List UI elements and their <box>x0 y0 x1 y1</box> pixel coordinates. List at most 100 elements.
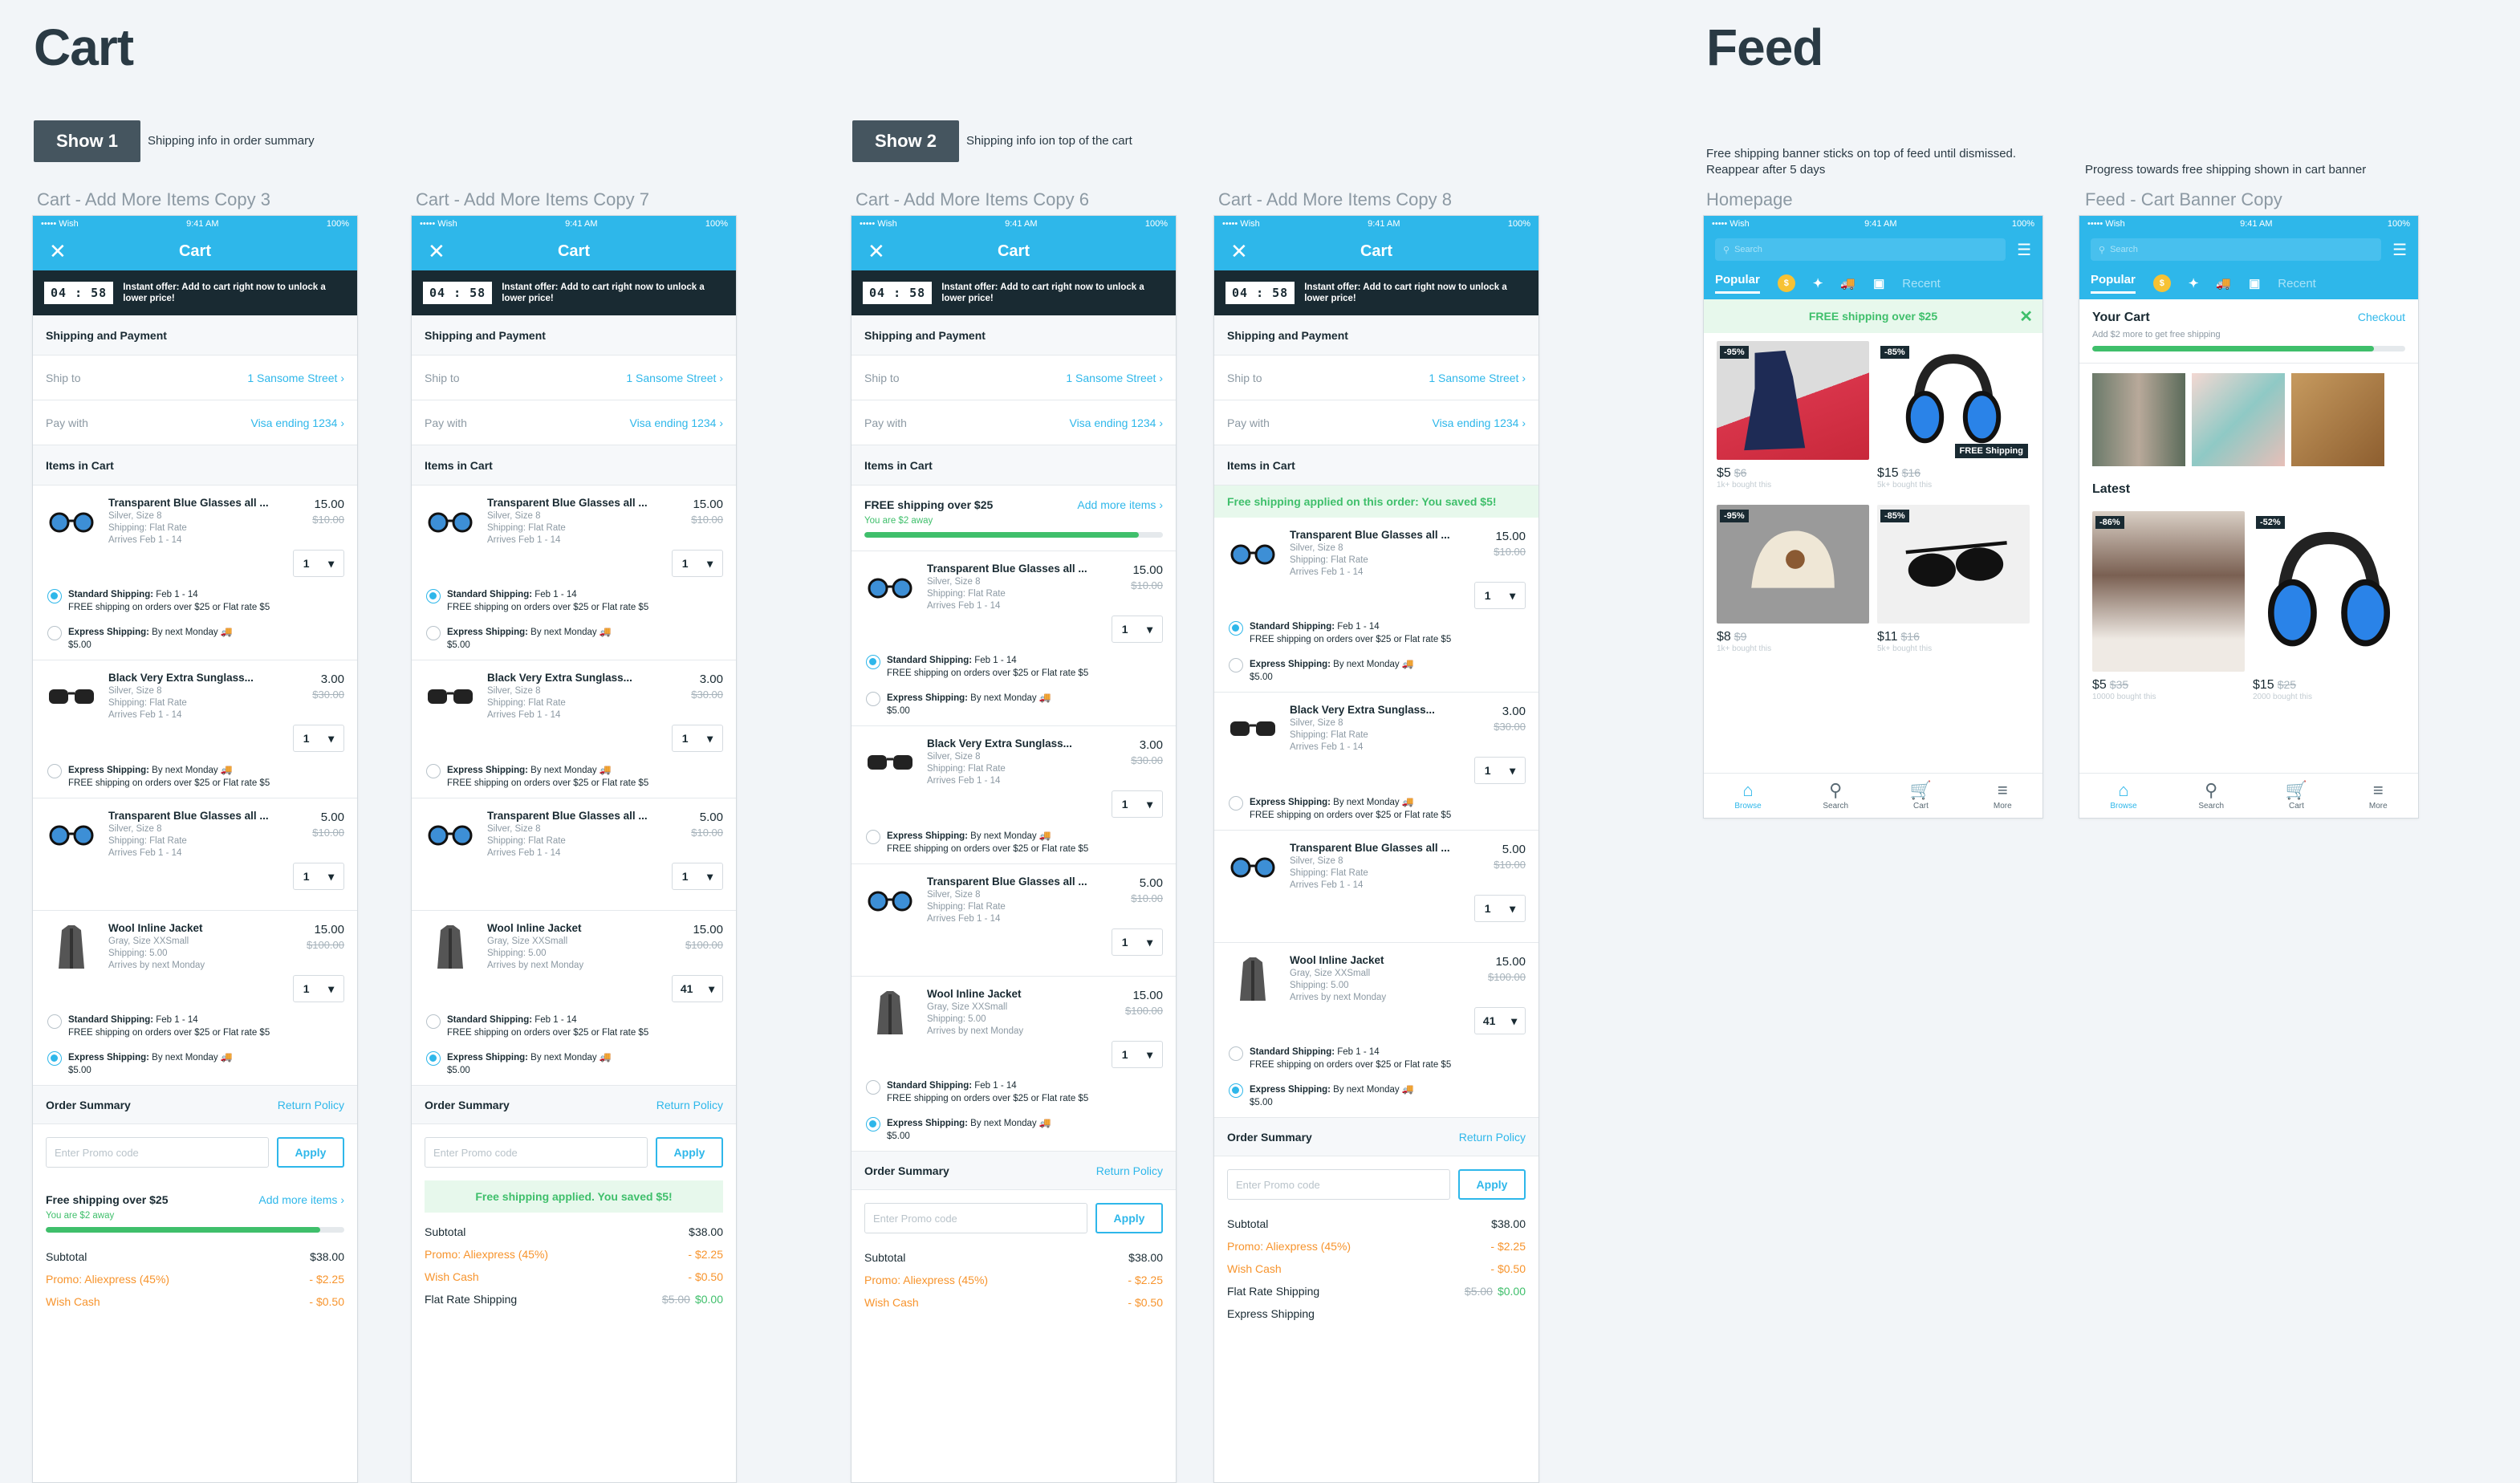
close-icon[interactable]: ✕ <box>428 241 445 262</box>
nav-cart[interactable]: 🛒 Cart <box>2286 781 2307 811</box>
nav-browse[interactable]: ⌂ Browse <box>1734 781 1761 811</box>
standard-shipping-option[interactable]: Standard Shipping: Feb 1 - 14 FREE shippi… <box>864 1076 1163 1113</box>
return-policy-link[interactable]: Return Policy <box>1459 1131 1526 1144</box>
bag-icon[interactable]: ▣ <box>1873 276 1884 291</box>
promo-input[interactable]: Enter Promo code <box>425 1137 648 1168</box>
item-name[interactable]: Transparent Blue Glasses all ... <box>487 810 723 822</box>
radio-unselected[interactable] <box>1229 1046 1243 1061</box>
return-policy-link[interactable]: Return Policy <box>1096 1164 1163 1177</box>
quantity-select[interactable]: 1 ▾ <box>293 975 344 1002</box>
search-input[interactable]: ⚲ Search <box>2091 238 2382 261</box>
quantity-select[interactable]: 1 ▾ <box>1112 1041 1163 1068</box>
add-more-link[interactable]: Add more items › <box>258 1193 344 1206</box>
standard-shipping-option[interactable]: Standard Shipping: Feb 1 - 14 FREE shippi… <box>46 1010 344 1047</box>
nav-browse[interactable]: ⌂ Browse <box>2110 781 2136 811</box>
return-policy-link[interactable]: Return Policy <box>278 1099 344 1111</box>
item-name[interactable]: Black Very Extra Sunglass... <box>108 672 344 684</box>
radio-selected[interactable] <box>1229 621 1243 636</box>
express-shipping-option[interactable]: Express Shipping: By next Monday 🚚 FREE s… <box>425 760 723 798</box>
item-name[interactable]: Black Very Extra Sunglass... <box>487 672 723 684</box>
tab-recent[interactable]: Recent <box>2278 277 2316 291</box>
radio-unselected[interactable] <box>426 626 441 640</box>
bag-icon[interactable]: ▣ <box>2249 276 2260 291</box>
express-shipping-option[interactable]: Express Shipping: By next Monday 🚚 $5.00 <box>1227 654 1526 692</box>
radio-unselected[interactable] <box>1229 658 1243 672</box>
quantity-select[interactable]: 1 ▾ <box>672 550 723 577</box>
cart-thumb[interactable] <box>2192 373 2285 466</box>
pay-with-row[interactable]: Pay with Visa ending 1234 › <box>1214 400 1538 445</box>
product-card[interactable]: -52% $15 $25 2000 bought this <box>2253 511 2405 701</box>
product-card[interactable]: -95% $5 $6 1k+ bought this <box>1717 341 1869 497</box>
express-shipping-option[interactable]: Express Shipping: By next Monday 🚚 FREE s… <box>864 826 1163 863</box>
deals-icon[interactable]: $ <box>2152 274 2171 292</box>
product-card[interactable]: -85% $11 $16 5k+ bought this <box>1877 505 2030 660</box>
close-icon[interactable]: ✕ <box>2019 307 2033 327</box>
express-shipping-option[interactable]: Express Shipping: By next Monday 🚚 $5.00 <box>864 1113 1163 1151</box>
express-shipping-option[interactable]: Express Shipping: By next Monday 🚚 $5.00 <box>425 1047 723 1085</box>
pay-with-row[interactable]: Pay with Visa ending 1234 › <box>33 400 357 445</box>
standard-shipping-option[interactable]: Standard Shipping: Feb 1 - 14 FREE shippi… <box>425 1010 723 1047</box>
item-name[interactable]: Transparent Blue Glasses all ... <box>108 497 344 509</box>
gift-icon[interactable]: ✦ <box>2189 276 2199 291</box>
apply-button[interactable]: Apply <box>656 1137 723 1168</box>
nav-more[interactable]: ≡ More <box>2369 781 2388 811</box>
express-shipping-option[interactable]: Express Shipping: By next Monday 🚚 FREE s… <box>46 760 344 798</box>
nav-search[interactable]: ⚲ Search <box>1823 781 1848 811</box>
express-shipping-option[interactable]: Express Shipping: By next Monday 🚚 $5.00 <box>46 622 344 660</box>
radio-unselected[interactable] <box>426 764 441 778</box>
radio-selected[interactable] <box>426 1051 441 1066</box>
close-icon[interactable]: ✕ <box>868 241 885 262</box>
radio-unselected[interactable] <box>47 764 62 778</box>
quantity-select[interactable]: 1 ▾ <box>293 550 344 577</box>
tab-recent[interactable]: Recent <box>1902 277 1941 291</box>
radio-selected[interactable] <box>47 1051 62 1066</box>
nav-more[interactable]: ≡ More <box>1994 781 2012 811</box>
item-name[interactable]: Black Very Extra Sunglass... <box>1290 704 1526 716</box>
apply-button[interactable]: Apply <box>1458 1169 1526 1200</box>
deals-icon[interactable]: $ <box>1777 274 1795 292</box>
filter-icon[interactable]: ☰ <box>2017 240 2031 260</box>
quantity-select[interactable]: 41 ▾ <box>1474 1007 1526 1034</box>
filter-icon[interactable]: ☰ <box>2392 240 2407 260</box>
radio-selected[interactable] <box>426 589 441 603</box>
item-name[interactable]: Transparent Blue Glasses all ... <box>108 810 344 822</box>
radio-selected[interactable] <box>1229 1083 1243 1098</box>
pay-with-row[interactable]: Pay with Visa ending 1234 › <box>412 400 736 445</box>
truck-icon[interactable]: 🚚 <box>2216 276 2231 291</box>
return-policy-link[interactable]: Return Policy <box>656 1099 723 1111</box>
close-icon[interactable]: ✕ <box>1230 241 1248 262</box>
standard-shipping-option[interactable]: Standard Shipping: Feb 1 - 14 FREE shippi… <box>1227 1042 1526 1079</box>
item-name[interactable]: Black Very Extra Sunglass... <box>927 737 1163 750</box>
cart-thumb[interactable] <box>2092 373 2185 466</box>
express-shipping-option[interactable]: Express Shipping: By next Monday 🚚 $5.00 <box>46 1047 344 1085</box>
apply-button[interactable]: Apply <box>1095 1203 1163 1233</box>
ship-to-row[interactable]: Ship to 1 Sansome Street › <box>852 356 1176 400</box>
nav-search[interactable]: ⚲ Search <box>2198 781 2224 811</box>
ship-to-row[interactable]: Ship to 1 Sansome Street › <box>1214 356 1538 400</box>
quantity-select[interactable]: 1 ▾ <box>1112 928 1163 956</box>
item-name[interactable]: Transparent Blue Glasses all ... <box>1290 529 1526 541</box>
tab-popular[interactable]: Popular <box>1715 273 1760 294</box>
item-name[interactable]: Transparent Blue Glasses all ... <box>927 876 1163 888</box>
quantity-select[interactable]: 1 ▾ <box>672 863 723 890</box>
radio-unselected[interactable] <box>47 1014 62 1029</box>
product-card[interactable]: -86% $5 $35 10000 bought this <box>2092 511 2245 701</box>
ship-to-row[interactable]: Ship to 1 Sansome Street › <box>412 356 736 400</box>
radio-unselected[interactable] <box>866 1080 880 1095</box>
promo-input[interactable]: Enter Promo code <box>864 1203 1087 1233</box>
tab-popular[interactable]: Popular <box>2091 273 2136 294</box>
item-name[interactable]: Transparent Blue Glasses all ... <box>487 497 723 509</box>
quantity-select[interactable]: 1 ▾ <box>672 725 723 752</box>
express-shipping-option[interactable]: Express Shipping: By next Monday 🚚 FREE s… <box>1227 792 1526 830</box>
quantity-select[interactable]: 1 ▾ <box>1474 757 1526 784</box>
radio-selected[interactable] <box>866 655 880 669</box>
gift-icon[interactable]: ✦ <box>1813 276 1823 291</box>
truck-icon[interactable]: 🚚 <box>1840 276 1855 291</box>
quantity-select[interactable]: 41 ▾ <box>672 975 723 1002</box>
promo-input[interactable]: Enter Promo code <box>1227 1169 1450 1200</box>
nav-cart[interactable]: 🛒 Cart <box>1910 781 1932 811</box>
item-name[interactable]: Transparent Blue Glasses all ... <box>927 563 1163 575</box>
item-name[interactable]: Transparent Blue Glasses all ... <box>1290 842 1526 854</box>
show2-button[interactable]: Show 2 <box>852 120 960 162</box>
pay-with-row[interactable]: Pay with Visa ending 1234 › <box>852 400 1176 445</box>
